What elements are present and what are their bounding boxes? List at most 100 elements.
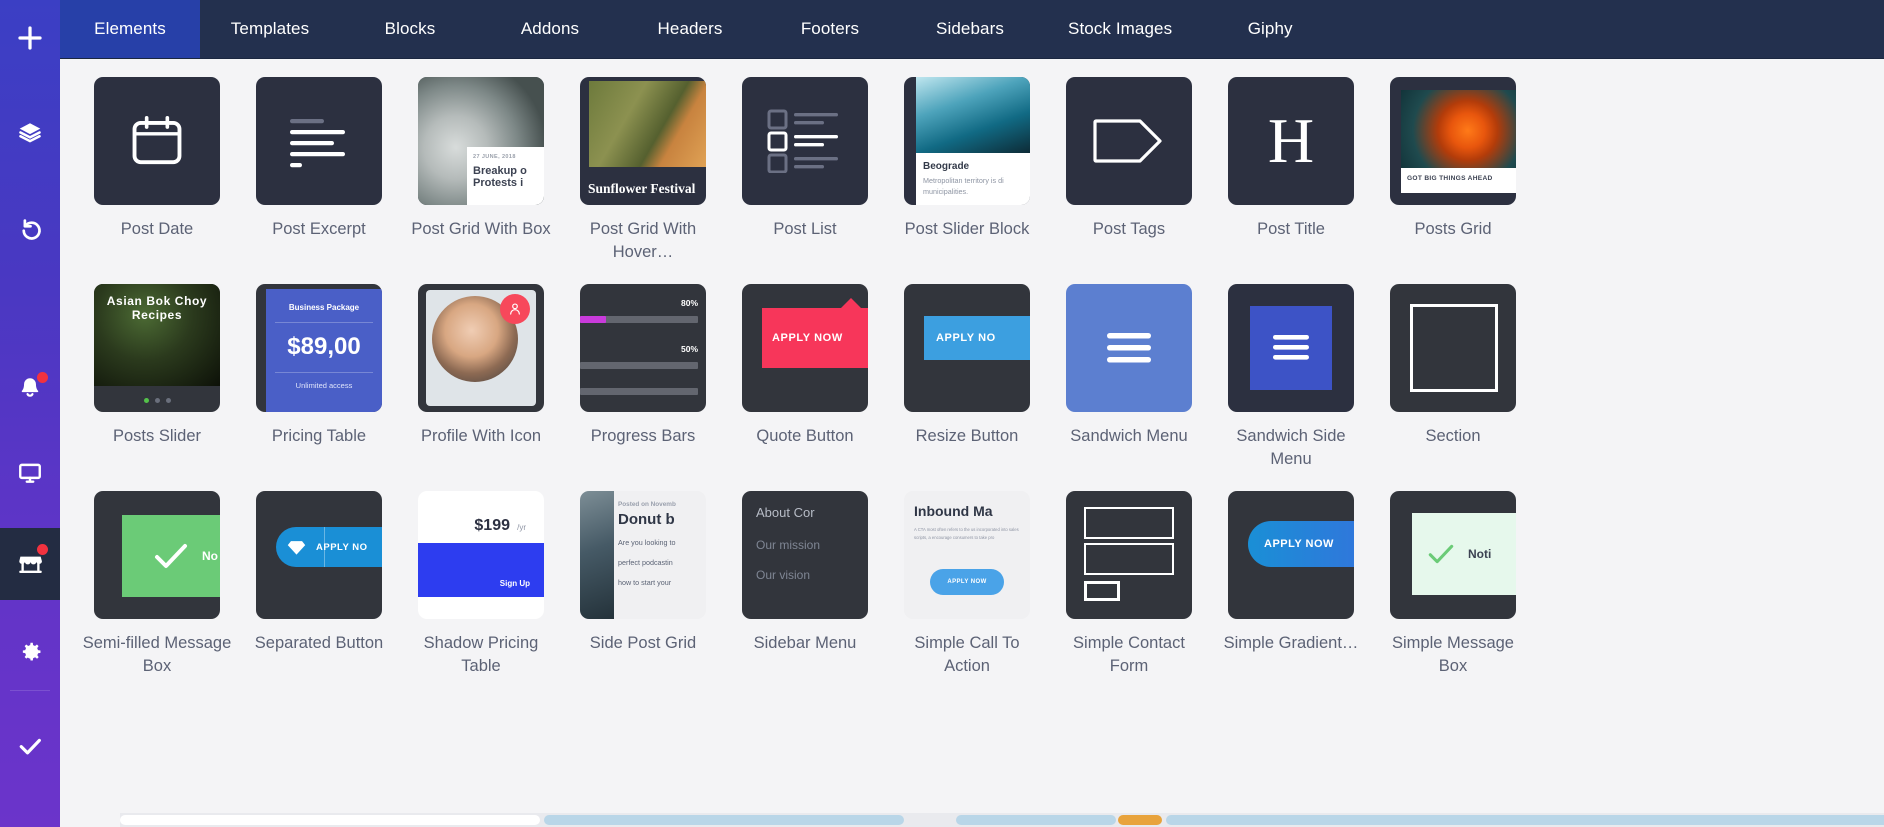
hamburger-icon (1107, 333, 1151, 363)
tab-templates[interactable]: Templates (200, 0, 340, 58)
element-card-post-list[interactable]: Post List (724, 77, 886, 284)
element-label: Post Tags (1092, 220, 1166, 238)
elements-grid-scroll[interactable]: Post Date Post Excerpt 27 JUNE, 2018 Bre… (60, 59, 1884, 827)
rail-item-store[interactable] (0, 528, 60, 600)
tab-addons[interactable]: Addons (480, 0, 620, 58)
element-card-post-title[interactable]: H Post Title (1210, 77, 1372, 284)
quote-arrow (840, 298, 862, 309)
check-icon (155, 544, 187, 568)
notifications-badge (37, 372, 48, 383)
element-label: Post Excerpt (272, 220, 366, 238)
tab-label: Stock Images (1068, 19, 1173, 38)
element-card-posts-grid[interactable]: GOT BIG THINGS AHEAD Posts Grid (1372, 77, 1534, 284)
element-label: Section (1425, 427, 1481, 445)
element-card-post-grid-with-box[interactable]: 27 JUNE, 2018 Breakup o Protests i Post … (400, 77, 562, 284)
element-label: Progress Bars (590, 427, 696, 445)
slider-dot[interactable] (154, 398, 160, 403)
scrollbar-segment[interactable] (544, 815, 904, 825)
element-card-section[interactable]: Section (1372, 284, 1534, 491)
element-label: Simple Call To Action (914, 634, 1020, 675)
scrollbar-segment[interactable] (1166, 815, 1884, 825)
scrollbar-track[interactable] (120, 813, 1884, 827)
element-thumbnail: APPLY NOW (742, 284, 868, 412)
element-card-semi-filled-message-box[interactable]: No Semi-filled Message Box (76, 491, 238, 698)
element-card-simple-call-to-action[interactable]: Inbound Ma A CTA most often refers to th… (886, 491, 1048, 698)
gradient-button[interactable]: APPLY NOW (1248, 521, 1354, 567)
thumbnail-photo (589, 81, 706, 167)
form-field[interactable] (1084, 507, 1174, 539)
scrollbar-segment[interactable] (956, 815, 1116, 825)
overlay-kicker: Posted on Novemb (618, 501, 676, 508)
tab-label: Footers (800, 19, 860, 38)
slider-dot-active[interactable] (143, 398, 149, 403)
overlay-title: Donut b (618, 511, 675, 528)
rail-item-publish[interactable] (0, 716, 60, 776)
element-thumbnail: Posted on Novemb Donut b Are you looking… (580, 491, 706, 619)
menu-item[interactable]: About Cor (756, 505, 868, 520)
element-card-shadow-pricing-table[interactable]: $199 /yr Sign Up Shadow Pricing Table (400, 491, 562, 698)
cta-button[interactable]: APPLY NOW (930, 569, 1004, 595)
scrollbar-segment[interactable] (1118, 815, 1162, 825)
rail-item-notifications[interactable] (0, 358, 60, 418)
tab-elements[interactable]: Elements (60, 0, 200, 58)
overlay-kicker: 27 JUNE, 2018 (473, 154, 516, 160)
rail-item-add[interactable] (0, 8, 60, 68)
element-card-sandwich-menu[interactable]: Sandwich Menu (1048, 284, 1210, 491)
tab-giphy[interactable]: Giphy (1200, 0, 1340, 58)
overlay-feature: Unlimited access (295, 381, 353, 390)
element-label: Quote Button (756, 427, 854, 445)
element-card-resize-button[interactable]: APPLY NO Resize Button (886, 284, 1048, 491)
element-card-post-date[interactable]: Post Date (76, 77, 238, 284)
element-card-sidebar-menu[interactable]: About Cor Our mission Our vision Sidebar… (724, 491, 886, 698)
hamburger-icon (1273, 335, 1309, 360)
element-thumbnail: H (1228, 77, 1354, 205)
message-box-text: Noti (1468, 547, 1492, 561)
element-thumbnail (1228, 284, 1354, 412)
element-card-posts-slider[interactable]: Asian Bok Choy Recipes Posts Slider (76, 284, 238, 491)
slider-dots[interactable] (94, 398, 220, 403)
element-thumbnail (1066, 77, 1192, 205)
progress-label: 80% (680, 298, 698, 308)
tab-headers[interactable]: Headers (620, 0, 760, 58)
rail-item-layers[interactable] (0, 103, 60, 163)
rail-item-responsive[interactable] (0, 443, 60, 503)
element-label: Sandwich Side Menu (1236, 427, 1346, 468)
element-card-side-post-grid[interactable]: Posted on Novemb Donut b Are you looking… (562, 491, 724, 698)
menu-item[interactable]: Our mission (756, 538, 868, 552)
element-card-post-excerpt[interactable]: Post Excerpt (238, 77, 400, 284)
scrollbar-thumb[interactable] (120, 815, 540, 825)
element-card-simple-contact-form[interactable]: Simple Contact Form (1048, 491, 1210, 698)
element-card-post-grid-with-hover[interactable]: Sunflower Festival Post Grid With Hover… (562, 77, 724, 284)
tab-label: Templates (230, 19, 310, 38)
menu-item[interactable]: Our vision (756, 568, 868, 582)
element-card-progress-bars[interactable]: 80% 50% Progress Bars (562, 284, 724, 491)
tab-stock-images[interactable]: Stock Images (1040, 0, 1200, 58)
element-thumbnail: 27 JUNE, 2018 Breakup o Protests i (418, 77, 544, 205)
element-card-separated-button[interactable]: APPLY NO Separated Button (238, 491, 400, 698)
thumbnail-photo (1401, 90, 1516, 168)
tab-footers[interactable]: Footers (760, 0, 900, 58)
overlay-cta: Sign Up (499, 579, 530, 588)
slider-dot[interactable] (165, 398, 171, 403)
element-card-simple-message-box[interactable]: Noti Simple Message Box (1372, 491, 1534, 698)
diamond-icon (287, 540, 306, 555)
element-card-sandwich-side-menu[interactable]: Sandwich Side Menu (1210, 284, 1372, 491)
element-card-profile-with-icon[interactable]: Profile With Icon (400, 284, 562, 491)
element-card-quote-button[interactable]: APPLY NOW Quote Button (724, 284, 886, 491)
tab-sidebars[interactable]: Sidebars (900, 0, 1040, 58)
element-card-post-slider-block[interactable]: Beograde Metropolitan territory is di mu… (886, 77, 1048, 284)
element-card-pricing-table[interactable]: Business Package $89,00 Unlimited access… (238, 284, 400, 491)
rail-item-settings[interactable] (0, 622, 60, 682)
tab-blocks[interactable]: Blocks (340, 0, 480, 58)
element-card-simple-gradient[interactable]: APPLY NOW Simple Gradient… (1210, 491, 1372, 698)
divider (275, 372, 373, 373)
overlay-title-wrap: Asian Bok Choy Recipes (94, 294, 220, 322)
element-card-post-tags[interactable]: Post Tags (1048, 77, 1210, 284)
divider (275, 322, 373, 323)
progress-track (580, 362, 698, 369)
horizontal-scrollbar[interactable] (120, 813, 1884, 827)
element-thumbnail: No (94, 491, 220, 619)
rail-item-undo[interactable] (0, 198, 60, 258)
form-field[interactable] (1084, 543, 1174, 575)
form-submit-button[interactable] (1084, 581, 1120, 601)
